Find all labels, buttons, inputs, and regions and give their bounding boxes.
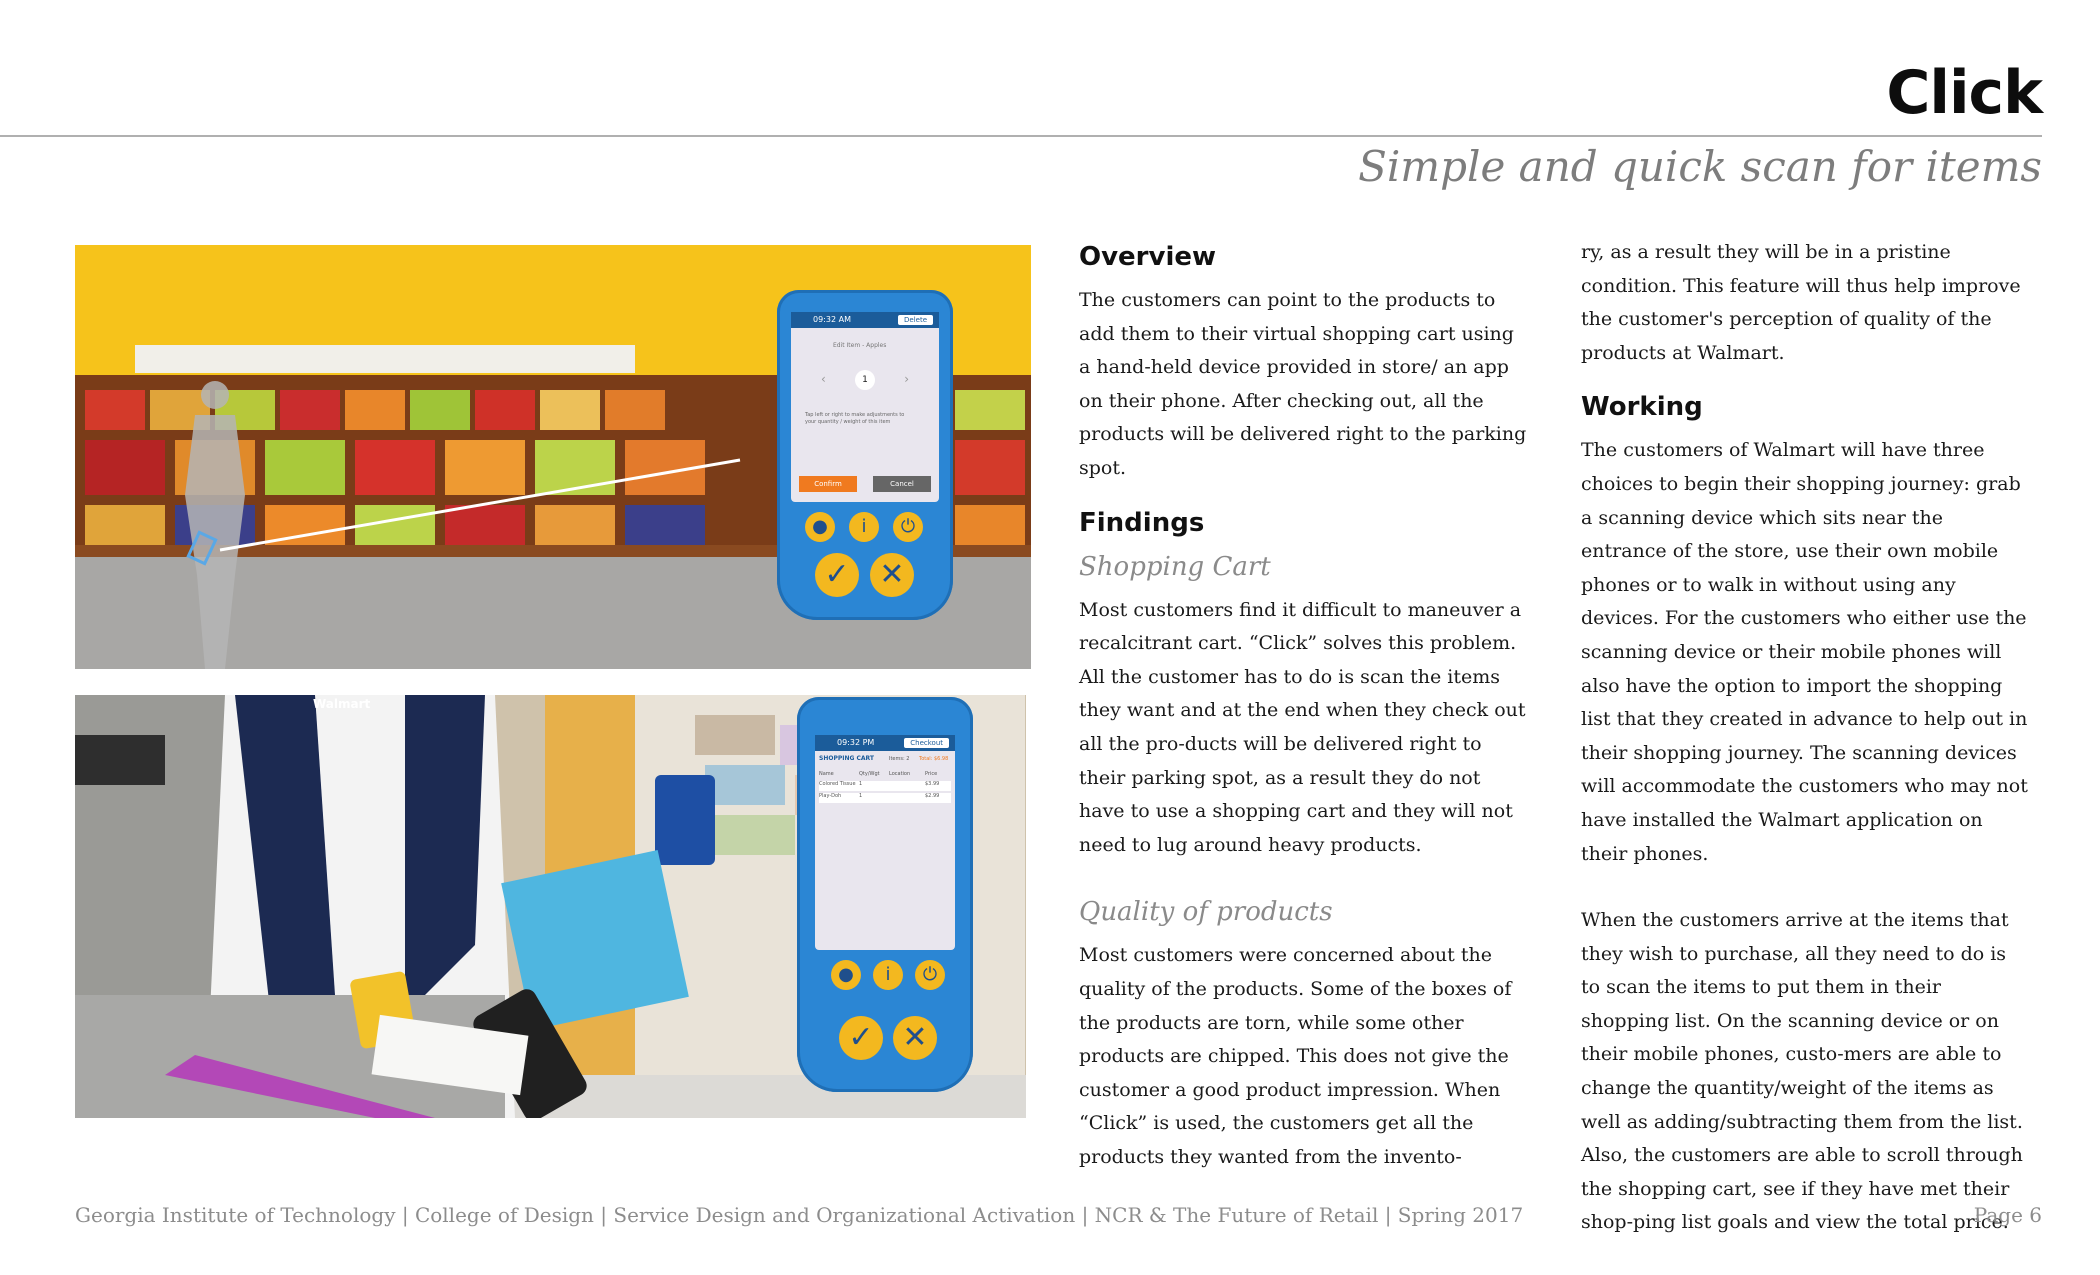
info-icon[interactable]: i [849,512,879,542]
cell-qty: 1 [859,781,863,787]
cancel-button[interactable]: Cancel [873,476,931,492]
quantity-value: 1 [855,370,875,390]
cart-table-header: Name Qty/Wgt Location Price [819,771,951,781]
user-icon[interactable]: ● [831,960,861,990]
cell-qty: 1 [859,793,863,799]
column-header: Price [925,771,938,777]
device-screen: 09:32 AM Delete Edit Item - Apples ‹ 1 ›… [791,312,939,502]
edit-item-label: Edit Item - Apples [833,342,887,349]
quality-subheading: Quality of products [1079,897,1333,928]
shopping-cart-subheading: Shopping Cart [1079,551,1271,582]
column-header: Name [819,771,834,777]
cell-price: $2.99 [925,793,940,799]
table-row[interactable]: Play-Doh 1 $2.99 [819,793,951,803]
check-icon[interactable]: ✓ [839,1016,883,1060]
power-icon[interactable]: ⏻ [915,960,945,990]
cart-item-count: Items: 2 [889,756,910,762]
cell-location [889,781,925,791]
checkout-button[interactable]: Checkout [904,738,949,748]
footer-credits: Georgia Institute of Technology | Colleg… [75,1203,1524,1227]
cell-name: Play-Doh [819,793,842,799]
working-paragraph-1: The customers of Walmart will have three… [1581,439,2028,865]
page-title: Click [1886,58,2043,128]
table-row[interactable]: Colored Tissue 1 $3.99 [819,781,951,791]
cart-title: SHOPPING CART [819,755,874,762]
chevron-left-icon[interactable]: ‹ [821,372,826,386]
vest-logo: Walmart [313,697,371,711]
quality-paragraph: Most customers were concerned about the … [1079,944,1512,1168]
user-icon[interactable]: ● [805,512,835,542]
column-header: Qty/Wgt [859,771,880,777]
device-status-bar: 09:32 AM Delete [791,312,939,328]
cell-location [889,793,925,803]
header-divider [0,135,2042,137]
cell-name: Colored Tissue [819,781,856,787]
device-time: 09:32 AM [813,315,851,324]
info-icon[interactable]: i [873,960,903,990]
scanning-device-cart: 09:32 PM Checkout SHOPPING CART Items: 2… [797,697,973,1092]
quantity-stepper[interactable]: ‹ 1 › [821,370,909,390]
working-paragraph-2: When the customers arrive at the items t… [1581,909,2023,1234]
device-screen-cart: 09:32 PM Checkout SHOPPING CART Items: 2… [815,735,955,950]
cart-total: Total: $6.98 [919,756,949,762]
shopping-cart-paragraph: Most customers find it difficult to mane… [1079,598,1526,856]
chevron-right-icon[interactable]: › [904,372,909,386]
confirm-button[interactable]: Confirm [799,476,857,492]
text-column-1: Overview The customers can point to the … [1079,240,1529,1174]
text-column-2: ry, as a result they will be in a pristi… [1581,236,2031,1240]
overview-heading: Overview [1079,242,1217,272]
device-status-bar-cart: 09:32 PM Checkout [815,735,955,751]
power-icon[interactable]: ⏻ [893,512,923,542]
page-number: Page 6 [1973,1203,2042,1227]
close-icon[interactable]: ✕ [893,1016,937,1060]
check-icon[interactable]: ✓ [815,553,859,597]
adjust-hint: Tap left or right to make adjustments to… [805,412,905,425]
cart-table: Name Qty/Wgt Location Price Colored Tiss… [819,771,951,803]
device-time-cart: 09:32 PM [837,738,875,747]
delete-button[interactable]: Delete [898,315,933,325]
close-icon[interactable]: ✕ [870,553,914,597]
produce-aisle-photo: 09:32 AM Delete Edit Item - Apples ‹ 1 ›… [75,245,1031,669]
working-heading: Working [1581,392,1703,423]
findings-heading: Findings [1079,507,1205,538]
quality-paragraph-continued: ry, as a result they will be in a pristi… [1581,241,2021,364]
associate-scanning-photo: Walmart 09:32 PM Checkout SHOPPING CART … [75,695,1026,1118]
page-subtitle: Simple and quick scan for items [1358,142,2042,191]
cell-price: $3.99 [925,781,940,787]
scanning-device: 09:32 AM Delete Edit Item - Apples ‹ 1 ›… [777,290,953,620]
column-header: Location [889,771,911,777]
overview-paragraph: The customers can point to the products … [1079,289,1527,479]
